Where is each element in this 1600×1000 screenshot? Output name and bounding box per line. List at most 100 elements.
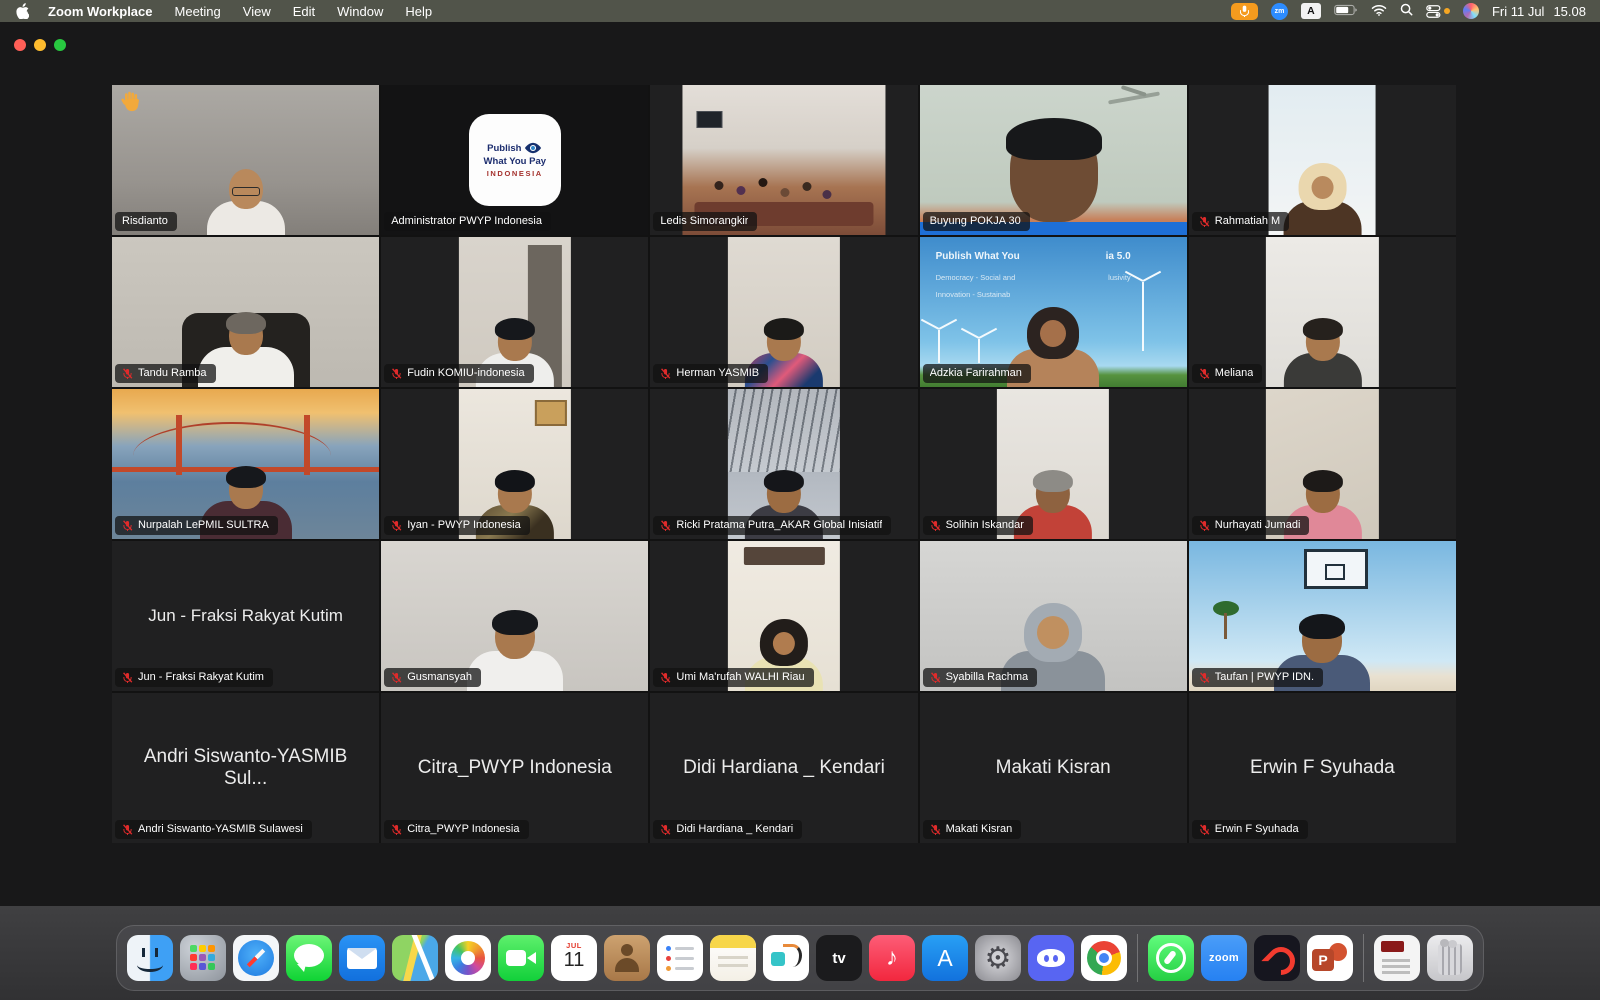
participant-tile-makati[interactable]: Makati Kisran Makati Kisran [920, 693, 1187, 843]
participant-tile-ledis[interactable]: Ledis Simorangkir [650, 85, 917, 235]
muted-mic-icon [122, 672, 133, 683]
dock: JUL 11 tv ♪ A ⚙ zoom P [116, 925, 1484, 991]
participant-tile-tandu[interactable]: Tandu Ramba [112, 237, 379, 387]
wifi-icon[interactable] [1371, 4, 1387, 19]
participant-tile-fudin[interactable]: Fudin KOMIU-indonesia [381, 237, 648, 387]
participant-name-tag: Taufan | PWYP IDN. [1192, 668, 1323, 687]
muted-mic-icon [930, 824, 941, 835]
siri-icon[interactable] [1463, 3, 1479, 19]
facetime-icon[interactable] [498, 935, 544, 981]
participant-tile-taufan[interactable]: Taufan | PWYP IDN. [1189, 541, 1456, 691]
menu-item-help[interactable]: Help [405, 4, 432, 19]
trash-icon[interactable] [1427, 935, 1473, 981]
minimize-window-button[interactable] [34, 39, 46, 51]
zoom-menubar-icon[interactable]: zm [1271, 3, 1288, 20]
participant-name-tag: Adzkia Farirahman [923, 364, 1031, 383]
freeform-icon[interactable] [763, 935, 809, 981]
participant-name-tag: Herman YASMIB [653, 364, 768, 383]
whatsapp-icon[interactable] [1148, 935, 1194, 981]
participant-tile-ricki[interactable]: Ricki Pratama Putra_AKAR Global Inisiati… [650, 389, 917, 539]
muted-mic-icon [122, 520, 133, 531]
notes-icon[interactable] [710, 935, 756, 981]
participant-name-tag: Gusmansyah [384, 668, 481, 687]
launchpad-icon[interactable] [180, 935, 226, 981]
participant-tile-syabilla[interactable]: Syabilla Rachma [920, 541, 1187, 691]
macos-menu-bar: Zoom Workplace Meeting View Edit Window … [0, 0, 1600, 22]
participant-tile-adzkia[interactable]: Publish What You ia 5.0 Democracy - Soci… [920, 237, 1187, 387]
muted-mic-icon [122, 368, 133, 379]
zoom-app-icon[interactable]: zoom [1201, 935, 1247, 981]
finder-icon[interactable] [127, 935, 173, 981]
participant-tile-herman[interactable]: Herman YASMIB [650, 237, 917, 387]
powerpoint-badge: P [1312, 949, 1334, 971]
participant-name-tag: Ledis Simorangkir [653, 212, 757, 231]
app-store-icon[interactable]: A [922, 935, 968, 981]
control-center-icon[interactable] [1426, 5, 1450, 18]
apple-menu-icon[interactable] [16, 4, 30, 19]
participant-tile-solihin[interactable]: Solihin Iskandar [920, 389, 1187, 539]
spotlight-search-icon[interactable] [1400, 3, 1413, 19]
close-window-button[interactable] [14, 39, 26, 51]
menu-item-meeting[interactable]: Meeting [175, 4, 221, 19]
participant-name-tag: Fudin KOMIU-indonesia [384, 364, 533, 383]
participant-tile-iyan[interactable]: Iyan - PWYP Indonesia [381, 389, 648, 539]
battery-icon[interactable] [1334, 4, 1358, 19]
participant-name-tag: Jun - Fraksi Rakyat Kutim [115, 668, 273, 687]
safari-icon[interactable] [233, 935, 279, 981]
menubar-clock[interactable]: Fri 11 Jul 15.08 [1492, 4, 1586, 19]
participant-tile-umi[interactable]: Umi Ma'rufah WALHI Riau [650, 541, 917, 691]
participant-tile-risdianto[interactable]: Risdianto [112, 85, 379, 235]
participant-tile-administrator-pwyp[interactable]: Publish What You Pay INDONESIA Administr… [381, 85, 648, 235]
menu-item-window[interactable]: Window [337, 4, 383, 19]
notification-dot [1444, 8, 1450, 14]
reminders-icon[interactable] [657, 935, 703, 981]
menu-app-name[interactable]: Zoom Workplace [48, 4, 153, 19]
pwyp-eye-icon [524, 142, 542, 154]
zoom-meeting-window: Risdianto Publish What You Pay INDONESIA… [0, 22, 1600, 906]
muted-mic-icon [660, 520, 671, 531]
calendar-icon[interactable]: JUL 11 [551, 935, 597, 981]
music-icon[interactable]: ♪ [869, 935, 915, 981]
apple-tv-icon[interactable]: tv [816, 935, 862, 981]
mic-in-use-indicator[interactable] [1231, 3, 1258, 20]
muted-mic-icon [122, 824, 133, 835]
messages-icon[interactable] [286, 935, 332, 981]
participant-tile-erwin[interactable]: Erwin F Syuhada Erwin F Syuhada [1189, 693, 1456, 843]
acrobat-icon[interactable] [1254, 935, 1300, 981]
participant-tile-nurhayati[interactable]: Nurhayati Jumadi [1189, 389, 1456, 539]
discord-icon[interactable] [1028, 935, 1074, 981]
participant-name-tag: Erwin F Syuhada [1192, 820, 1308, 839]
participant-name-tag: Umi Ma'rufah WALHI Riau [653, 668, 813, 687]
downloads-document-icon[interactable] [1374, 935, 1420, 981]
participant-tile-citra[interactable]: Citra_PWYP Indonesia Citra_PWYP Indonesi… [381, 693, 648, 843]
participant-name-tag: Didi Hardiana _ Kendari [653, 820, 802, 839]
muted-mic-icon [660, 368, 671, 379]
participant-tile-andri[interactable]: Andri Siswanto-YASMIB Sul... Andri Siswa… [112, 693, 379, 843]
participant-tile-nurpalah[interactable]: Nurpalah LePMIL SULTRA [112, 389, 379, 539]
menu-item-edit[interactable]: Edit [293, 4, 315, 19]
dock-divider [1137, 934, 1138, 982]
powerpoint-icon[interactable]: P [1307, 935, 1353, 981]
participant-tile-rahmatiah[interactable]: Rahmatiah M [1189, 85, 1456, 235]
participant-tile-gusmansyah[interactable]: Gusmansyah [381, 541, 648, 691]
participant-name-tag: Syabilla Rachma [923, 668, 1038, 687]
participant-tile-didi[interactable]: Didi Hardiana _ Kendari Didi Hardiana _ … [650, 693, 917, 843]
mail-icon[interactable] [339, 935, 385, 981]
fullscreen-window-button[interactable] [54, 39, 66, 51]
muted-mic-icon [1199, 520, 1210, 531]
photos-icon[interactable] [445, 935, 491, 981]
participant-tile-jun[interactable]: Jun - Fraksi Rakyat Kutim Jun - Fraksi R… [112, 541, 379, 691]
system-settings-icon[interactable]: ⚙ [975, 935, 1021, 981]
chrome-icon[interactable] [1081, 935, 1127, 981]
participant-name-tag: Nurhayati Jumadi [1192, 516, 1310, 535]
window-controls [14, 39, 66, 51]
participant-name-tag: Tandu Ramba [115, 364, 216, 383]
participant-name-tag: Risdianto [115, 212, 177, 231]
participant-tile-buyung[interactable]: Buyung POKJA 30 [920, 85, 1187, 235]
maps-icon[interactable] [392, 935, 438, 981]
participant-name-tag: Rahmatiah M [1192, 212, 1289, 231]
input-source-icon[interactable]: A [1301, 3, 1321, 19]
contacts-icon[interactable] [604, 935, 650, 981]
participant-tile-meliana[interactable]: Meliana [1189, 237, 1456, 387]
menu-item-view[interactable]: View [243, 4, 271, 19]
